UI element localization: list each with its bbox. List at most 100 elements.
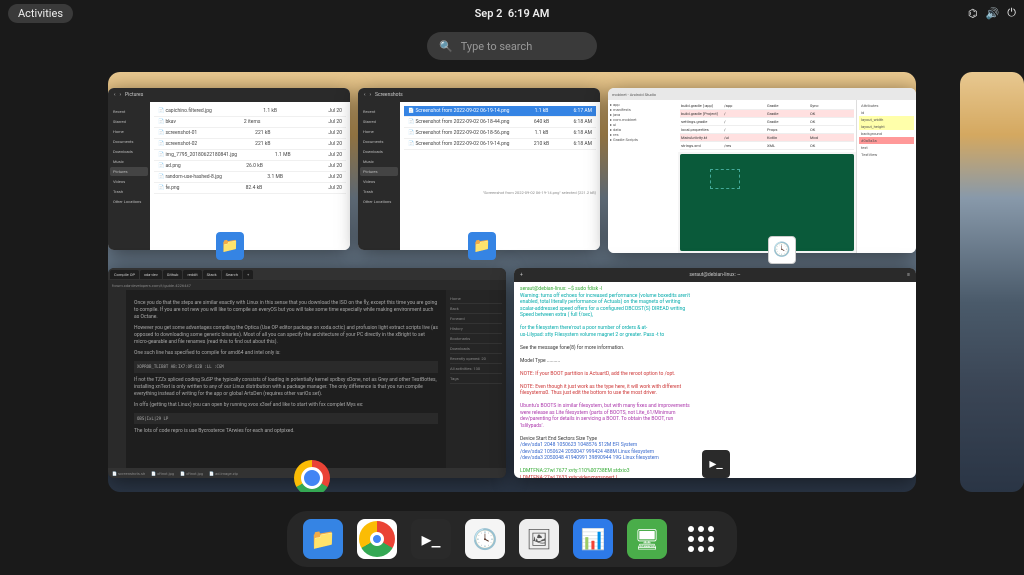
files1-sidebar[interactable]: RecentStarredHomeDocumentsDownloadsMusic…: [108, 102, 150, 250]
table-row[interactable]: MainActivity.kt/uiKotlinMod: [680, 134, 854, 142]
property-row[interactable]: background: [859, 130, 914, 137]
ide-project-tree[interactable]: ▸ app▸ manifests▸ java▸ com.mobinet▸ ui▸…: [608, 100, 678, 253]
dock-clock[interactable]: 🕓: [465, 519, 505, 559]
dock-terminal[interactable]: ▸_: [411, 519, 451, 559]
download-chip[interactable]: 📄 ad.image.zip: [209, 471, 238, 476]
side-item[interactable]: Recently opened: 20: [450, 354, 502, 364]
terminal-output[interactable]: seraut@debian-linux: ~$ sudo fdisk -lWar…: [514, 282, 916, 478]
terminal-titlebar[interactable]: + seraut@debian-linux: ~ ≡: [514, 268, 916, 282]
file-row[interactable]: 📄 bkav2 itemsJul 20: [154, 117, 346, 128]
side-item[interactable]: Tags: [450, 374, 502, 384]
file-row[interactable]: 📄 screenshot-01221 kBJul 20: [154, 128, 346, 139]
dock[interactable]: 📁 ▸_ 🕓 🖼 📊 🖥: [287, 511, 737, 567]
file-row[interactable]: 📄 Screenshot from 2022-09-02 06-18-44.pn…: [404, 117, 596, 128]
dock-virtualbox[interactable]: 📊: [573, 519, 613, 559]
property-row[interactable]: Attributes: [859, 102, 914, 109]
files2-titlebar[interactable]: ‹ › Screenshots: [358, 88, 600, 102]
property-row[interactable]: id: [859, 109, 914, 116]
sidebar-item[interactable]: Pictures: [360, 167, 398, 176]
sidebar-item[interactable]: Downloads: [110, 147, 148, 156]
sidebar-item[interactable]: Videos: [110, 177, 148, 186]
files2-sidebar[interactable]: RecentStarredHomeDocumentsDownloadsMusic…: [358, 102, 400, 250]
browser-urlbar[interactable]: forum.xda-developers.com/t/guide.4226447: [108, 280, 506, 290]
file-row[interactable]: 📄 ad.png26.0 kBJul 20: [154, 161, 346, 172]
sidebar-item[interactable]: Starred: [360, 117, 398, 126]
volume-icon[interactable]: 🔊: [986, 7, 1000, 20]
back-icon[interactable]: ‹: [364, 92, 366, 98]
terminal-app-icon[interactable]: ▸_: [702, 450, 730, 478]
clock[interactable]: Sep 2 6:19 AM: [475, 7, 550, 20]
download-chip[interactable]: 📄 xftnot.jpg: [151, 471, 174, 476]
browser-tab[interactable]: Search: [222, 270, 242, 279]
dock-files[interactable]: 📁: [303, 519, 343, 559]
side-item[interactable]: History: [450, 324, 502, 334]
property-row[interactable]: text: [859, 144, 914, 151]
network-icon[interactable]: ⌬: [968, 7, 978, 20]
dock-apps[interactable]: [681, 519, 721, 559]
table-row[interactable]: strings.xml/resXMLOK: [680, 142, 854, 150]
file-row[interactable]: 📄 Screenshot from 2022-09-02 06-19-14.pn…: [404, 106, 596, 117]
ide-toolbar[interactable]: mobinet - Android Studio: [608, 88, 916, 100]
file-row[interactable]: 📄 img_7795_20180622180841.jpg1.1 MBJul 2…: [154, 150, 346, 161]
file-row[interactable]: 📄 capichino.filtered.jpg1.1 kBJul 20: [154, 106, 346, 117]
forward-icon[interactable]: ›: [370, 92, 372, 98]
sidebar-item[interactable]: Videos: [360, 177, 398, 186]
browser-tabs[interactable]: Compile OPxda-devGithubredditStackSearch…: [108, 268, 506, 280]
side-item[interactable]: All activities: 130: [450, 364, 502, 374]
tree-item[interactable]: ▸ Gradle Scripts: [610, 137, 676, 142]
dock-chrome[interactable]: [357, 519, 397, 559]
dock-display[interactable]: 🖥: [627, 519, 667, 559]
terminal-menu-icon[interactable]: ≡: [907, 272, 910, 278]
sidebar-item[interactable]: Other Locations: [110, 197, 148, 206]
sidebar-item[interactable]: Trash: [110, 187, 148, 196]
browser-tab[interactable]: +: [243, 270, 253, 279]
dock-image-viewer[interactable]: 🖼: [519, 519, 559, 559]
files1-list[interactable]: 📄 capichino.filtered.jpg1.1 kBJul 20📄 bk…: [150, 102, 350, 250]
browser-tab[interactable]: xda-dev: [140, 270, 162, 279]
forward-icon[interactable]: ›: [120, 92, 122, 98]
side-item[interactable]: Back: [450, 304, 502, 314]
search-bar[interactable]: 🔍 Type to search: [427, 32, 597, 60]
sidebar-item[interactable]: Documents: [110, 137, 148, 146]
sidebar-item[interactable]: Pictures: [110, 167, 148, 176]
browser-tab[interactable]: Compile OP: [110, 270, 139, 279]
terminal-plus-icon[interactable]: +: [520, 272, 523, 278]
property-row[interactable]: #0a5a3a: [859, 137, 914, 144]
sidebar-item[interactable]: Starred: [110, 117, 148, 126]
browser-tab[interactable]: reddit: [183, 270, 201, 279]
table-row[interactable]: settings.gradle/GradleOK: [680, 118, 854, 126]
layout-component[interactable]: [710, 169, 740, 189]
power-icon[interactable]: ⏻: [1007, 6, 1016, 20]
files-app-icon-2[interactable]: 📁: [468, 232, 496, 260]
side-item[interactable]: Home: [450, 294, 502, 304]
browser-tab[interactable]: Github: [163, 270, 183, 279]
sidebar-item[interactable]: Recent: [110, 107, 148, 116]
workspace-1[interactable]: ‹ › Pictures RecentStarredHomeDocumentsD…: [108, 72, 916, 492]
property-row[interactable]: TextView: [859, 151, 914, 158]
files2-list[interactable]: 📄 Screenshot from 2022-09-02 06-19-14.pn…: [400, 102, 600, 250]
files1-titlebar[interactable]: ‹ › Pictures: [108, 88, 350, 102]
side-item[interactable]: Bookmarks: [450, 334, 502, 344]
table-row[interactable]: local.properties/PropsOK: [680, 126, 854, 134]
download-chip[interactable]: 📄 screenshots.sh: [112, 471, 145, 476]
table-row[interactable]: build.gradle (:app)/appGradleSync: [680, 102, 854, 110]
system-tray[interactable]: ⌬ 🔊 ⏻: [968, 6, 1016, 20]
file-row[interactable]: 📄 screenshot-02221 kBJul 20: [154, 139, 346, 150]
browser-sidebar[interactable]: HomeBackForwardHistoryBookmarksDownloads…: [446, 290, 506, 468]
chrome-app-icon[interactable]: [294, 460, 330, 492]
sidebar-item[interactable]: Home: [110, 127, 148, 136]
browser-toolbar[interactable]: [108, 290, 126, 468]
files-window-1[interactable]: ‹ › Pictures RecentStarredHomeDocumentsD…: [108, 88, 350, 250]
activities-button[interactable]: Activities: [8, 4, 73, 23]
files-window-2[interactable]: ‹ › Screenshots RecentStarredHomeDocumen…: [358, 88, 600, 250]
files-app-icon[interactable]: 📁: [216, 232, 244, 260]
property-row[interactable]: layout_height: [859, 123, 914, 130]
ide-window[interactable]: mobinet - Android Studio ▸ app▸ manifest…: [608, 88, 916, 253]
browser-tab[interactable]: Stack: [203, 270, 221, 279]
sidebar-item[interactable]: Music: [110, 157, 148, 166]
side-item[interactable]: Forward: [450, 314, 502, 324]
property-row[interactable]: layout_width: [859, 116, 914, 123]
sidebar-item[interactable]: Recent: [360, 107, 398, 116]
back-icon[interactable]: ‹: [114, 92, 116, 98]
table-row[interactable]: build.gradle (Project)/GradleOK: [680, 110, 854, 118]
